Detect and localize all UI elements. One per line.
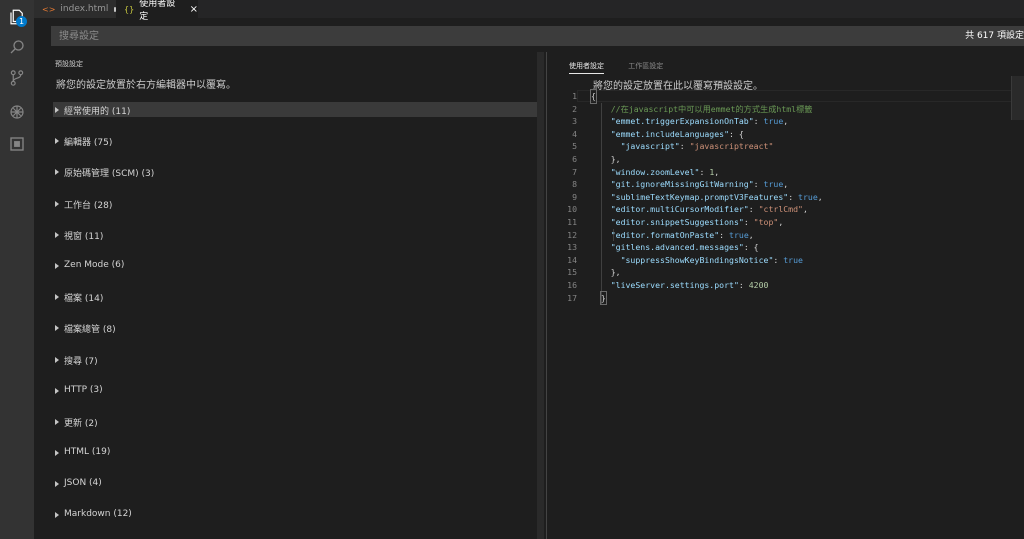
json-file-icon: {} (124, 4, 135, 14)
chevron-right-icon (55, 325, 59, 332)
code-line: "javascript": "javascriptreact" (620, 141, 774, 152)
close-icon[interactable]: × (190, 4, 198, 15)
code-line: //在javascript中可以用emmet的方式生成html標籤 (610, 103, 813, 114)
tab-bar: <> index.html {} 使用者設定 × (34, 0, 1024, 22)
code-line: }, (610, 153, 621, 164)
code-line: "emmet.includeLanguages": { (610, 128, 744, 139)
chevron-right-icon (55, 418, 59, 425)
code-line: "editor.snippetSuggestions": "top", (610, 216, 784, 227)
settings-scope-tabs: 使用者設定 工作區設定 (569, 61, 685, 74)
code-line: "git.ignoreMissingGitWarning": true, (610, 179, 789, 190)
chevron-right-icon (55, 169, 59, 176)
category-item[interactable]: 更新 (2) (53, 414, 537, 445)
minimap[interactable] (1011, 76, 1024, 120)
scrollbar[interactable] (537, 52, 544, 539)
tab-label: index.html (60, 4, 109, 14)
notification-badge: 1 (16, 16, 27, 27)
chevron-right-icon (55, 512, 59, 519)
search-input[interactable] (51, 26, 951, 46)
html-file-icon: <> (42, 4, 56, 14)
source-control-icon[interactable] (0, 63, 34, 93)
search-icon[interactable] (0, 32, 34, 62)
code-area[interactable]: { //在javascript中可以用emmet的方式生成html標籤 "emm… (590, 89, 823, 306)
chevron-right-icon (55, 294, 59, 301)
category-item[interactable]: HTML (19) (53, 445, 537, 476)
chevron-right-icon (55, 481, 59, 488)
category-item[interactable]: 視窗 (11) (53, 227, 537, 258)
category-item[interactable]: HTTP (3) (53, 383, 537, 414)
code-line: "suppressShowKeyBindingsNotice": true (620, 254, 803, 265)
extensions-icon[interactable] (0, 129, 34, 159)
category-item[interactable]: Markdown (12) (53, 507, 537, 538)
category-list: 經常使用的 (11) 編輯器 (75) 原始碼管理 (SCM) (3) 工作台 … (53, 102, 537, 539)
chevron-right-icon (55, 450, 59, 457)
code-line: "editor.multiCursorModifier": "ctrlCmd", (610, 204, 808, 215)
code-line: "liveServer.settings.port": 4200 (610, 279, 769, 290)
code-line: "emmet.triggerExpansionOnTab": true, (610, 116, 789, 127)
files-icon[interactable]: 1 (0, 2, 34, 32)
user-settings-pane: 使用者設定 工作區設定 將您的設定放置在此以覆寫預設設定。 1 2 3 4 5 … (547, 52, 1024, 539)
activity-bar: 1 (0, 0, 34, 539)
tab-index-html[interactable]: <> index.html (34, 0, 116, 18)
chevron-right-icon (55, 200, 59, 207)
category-item[interactable]: 原始碼管理 (SCM) (3) (53, 164, 537, 195)
debug-icon[interactable] (0, 97, 34, 127)
tab-user-settings-scope[interactable]: 使用者設定 (569, 61, 604, 74)
code-line: }, (610, 267, 621, 278)
code-line: "editor.formatOnPaste": true, (610, 229, 754, 240)
tab-label: 使用者設定 (139, 0, 176, 22)
chevron-right-icon (55, 262, 59, 269)
category-item[interactable]: 檔案總管 (8) (53, 320, 537, 351)
code-line: "sublimeTextKeymap.promptV3Features": tr… (610, 191, 823, 202)
code-line: "window.zoomLevel": 1, (610, 166, 720, 177)
category-item[interactable]: 檔案 (14) (53, 289, 537, 320)
tab-workspace-settings[interactable]: 工作區設定 (628, 61, 663, 71)
line-number-gutter: 1 2 3 4 5 6 7 8 9 10 11 12 13 14 15 16 1… (567, 91, 577, 303)
chevron-right-icon (55, 138, 59, 145)
chevron-right-icon (55, 387, 59, 394)
settings-json-editor[interactable]: 1 2 3 4 5 6 7 8 9 10 11 12 13 14 15 16 1… (547, 89, 1024, 370)
category-item[interactable]: Zen Mode (6) (53, 258, 537, 289)
tab-user-settings[interactable]: {} 使用者設定 × (116, 0, 198, 22)
pane-description: 將您的設定放置於右方編輯器中以覆寫。 (56, 80, 236, 91)
category-item[interactable]: 工作台 (28) (53, 196, 537, 227)
chevron-right-icon (55, 356, 59, 363)
chevron-right-icon (55, 231, 59, 238)
code-line: { (590, 89, 597, 104)
settings-count: 共 617 項設定 (965, 31, 1024, 41)
code-line: "gitlens.advanced.messages": { (610, 242, 759, 253)
pane-title: 預設設定 (55, 60, 83, 68)
category-item[interactable]: 搜尋 (7) (53, 352, 537, 383)
chevron-right-icon (55, 107, 59, 113)
code-line: } (599, 290, 607, 306)
default-settings-pane: 預設設定 將您的設定放置於右方編輯器中以覆寫。 經常使用的 (11) 編輯器 (… (34, 52, 544, 539)
settings-search-bar: 共 617 項設定 (51, 26, 1024, 46)
category-item[interactable]: 經常使用的 (11) (53, 102, 537, 133)
category-item[interactable]: 編輯器 (75) (53, 133, 537, 164)
category-item[interactable]: JSON (4) (53, 476, 537, 507)
